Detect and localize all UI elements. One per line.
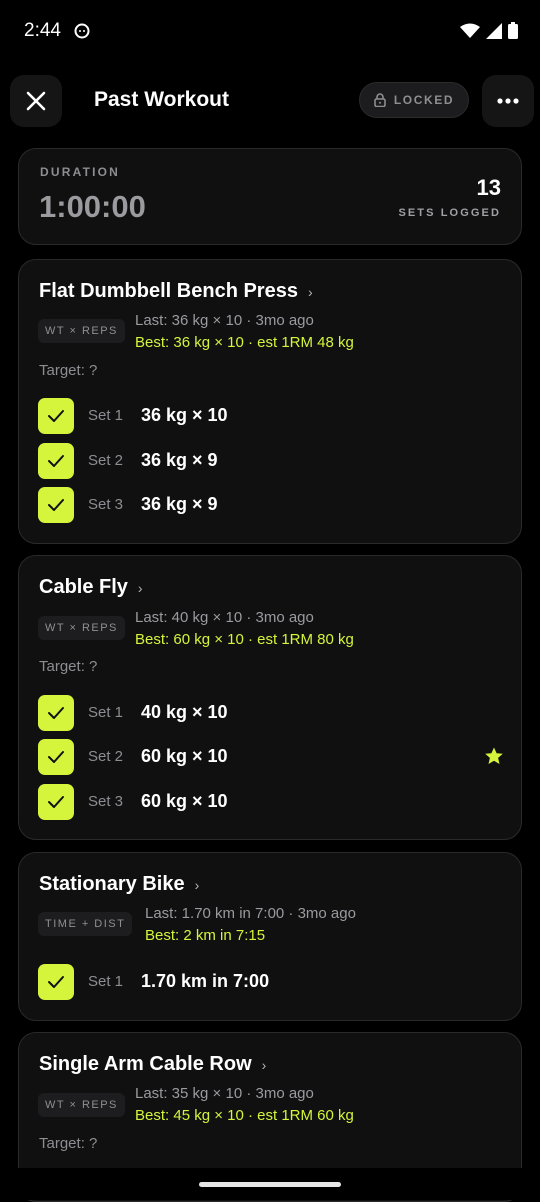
set-value: 60 kg × 10 — [141, 746, 228, 766]
set-value: 1.70 km in 7:00 — [141, 971, 270, 991]
navigation-bar — [0, 1168, 540, 1200]
lock-icon — [374, 93, 386, 107]
target-text: Target: ? — [39, 1135, 98, 1152]
exercise-title[interactable]: Flat Dumbbell Bench Press › — [39, 280, 313, 303]
set-row: Set 3 36 kg × 9 — [38, 486, 504, 524]
more-options-button[interactable] — [482, 75, 534, 127]
locked-badge[interactable]: LOCKED — [359, 82, 469, 118]
set-value: 36 kg × 9 — [141, 494, 218, 514]
exercise-type-badge: TIME + DIST — [38, 912, 133, 936]
set-row: Set 1 36 kg × 10 — [38, 397, 504, 435]
exercise-card: Stationary Bike › TIME + DIST Last: 1.70 … — [18, 852, 522, 1021]
set-label: Set 1 — [88, 973, 124, 990]
last-performance: Last: 40 kg × 10 · 3mo ago — [135, 609, 314, 626]
app-notification-icon — [74, 23, 90, 39]
duration-label: DURATION — [40, 165, 121, 179]
exercise-name: Flat Dumbbell Bench Press — [39, 280, 298, 302]
set-value: 60 kg × 10 — [141, 791, 228, 811]
exercise-name: Cable Fly — [39, 576, 128, 598]
check-icon — [48, 410, 64, 422]
set-label: Set 1 — [88, 407, 124, 424]
exercise-type-badge: WT × REPS — [38, 319, 125, 343]
target-text: Target: ? — [39, 362, 98, 379]
chevron-right-icon: › — [194, 876, 200, 893]
set-value: 40 kg × 10 — [141, 702, 228, 722]
chevron-right-icon: › — [261, 1056, 267, 1073]
locked-label: LOCKED — [393, 93, 455, 107]
duration-value: 1:00:00 — [39, 189, 146, 224]
best-performance: Best: 45 kg × 10 · est 1RM 60 kg — [135, 1107, 354, 1124]
check-icon — [48, 499, 64, 511]
top-app-bar: Past Workout LOCKED — [0, 74, 540, 128]
check-icon — [48, 751, 64, 763]
set-complete-checkbox[interactable] — [38, 784, 74, 820]
check-icon — [48, 976, 64, 988]
last-performance: Last: 1.70 km in 7:00 · 3mo ago — [145, 905, 356, 922]
set-complete-checkbox[interactable] — [38, 487, 74, 523]
check-icon — [48, 707, 64, 719]
set-complete-checkbox[interactable] — [38, 964, 74, 1000]
set-label: Set 3 — [88, 496, 124, 513]
set-complete-checkbox[interactable] — [38, 739, 74, 775]
set-row: Set 2 60 kg × 10 — [38, 738, 504, 776]
last-performance: Last: 35 kg × 10 · 3mo ago — [135, 1085, 314, 1102]
set-row: Set 3 60 kg × 10 — [38, 783, 504, 821]
set-complete-checkbox[interactable] — [38, 443, 74, 479]
last-performance: Last: 36 kg × 10 · 3mo ago — [135, 312, 314, 329]
exercise-title[interactable]: Cable Fly › — [39, 576, 143, 599]
set-value: 36 kg × 9 — [141, 450, 218, 470]
set-label: Set 2 — [88, 452, 124, 469]
status-bar: 2:44 — [0, 0, 540, 64]
battery-icon — [508, 22, 518, 39]
target-text: Target: ? — [39, 658, 98, 675]
set-complete-checkbox[interactable] — [38, 695, 74, 731]
wifi-icon — [460, 23, 480, 38]
exercise-card: Cable Fly › WT × REPS Last: 40 kg × 10 · … — [18, 555, 522, 840]
set-label: Set 3 — [88, 793, 124, 810]
check-icon — [48, 796, 64, 808]
close-button[interactable] — [10, 75, 62, 127]
sets-logged-label: SETS LOGGED — [398, 207, 501, 219]
close-icon — [26, 91, 46, 111]
gesture-handle[interactable] — [199, 1182, 341, 1187]
status-time: 2:44 — [24, 20, 61, 41]
sets-count: 13 — [476, 175, 501, 200]
best-performance: Best: 2 km in 7:15 — [145, 927, 266, 944]
exercise-type-badge: WT × REPS — [38, 1093, 125, 1117]
summary-card: DURATION 1:00:00 13 SETS LOGGED — [18, 148, 522, 245]
exercise-card: Flat Dumbbell Bench Press › WT × REPS Las… — [18, 259, 522, 544]
page-title: Past Workout — [94, 88, 229, 111]
best-performance: Best: 36 kg × 10 · est 1RM 48 kg — [135, 334, 354, 351]
chevron-right-icon: › — [307, 283, 313, 300]
set-row: Set 2 36 kg × 9 — [38, 442, 504, 480]
exercise-type-badge: WT × REPS — [38, 616, 125, 640]
best-performance: Best: 60 kg × 10 · est 1RM 80 kg — [135, 631, 354, 648]
set-label: Set 2 — [88, 748, 124, 765]
check-icon — [48, 455, 64, 467]
signal-icon — [486, 22, 502, 39]
chevron-right-icon: › — [137, 579, 143, 596]
set-complete-checkbox[interactable] — [38, 398, 74, 434]
set-row: Set 1 1.70 km in 7:00 — [38, 963, 504, 1001]
more-icon — [497, 98, 519, 104]
set-label: Set 1 — [88, 704, 124, 721]
set-row: Set 1 40 kg × 10 — [38, 694, 504, 732]
set-value: 36 kg × 10 — [141, 405, 228, 425]
exercise-name: Single Arm Cable Row — [39, 1053, 252, 1075]
exercise-name: Stationary Bike — [39, 873, 185, 895]
exercise-title[interactable]: Single Arm Cable Row › — [39, 1053, 266, 1076]
exercise-title[interactable]: Stationary Bike › — [39, 873, 199, 896]
star-icon — [485, 747, 503, 764]
